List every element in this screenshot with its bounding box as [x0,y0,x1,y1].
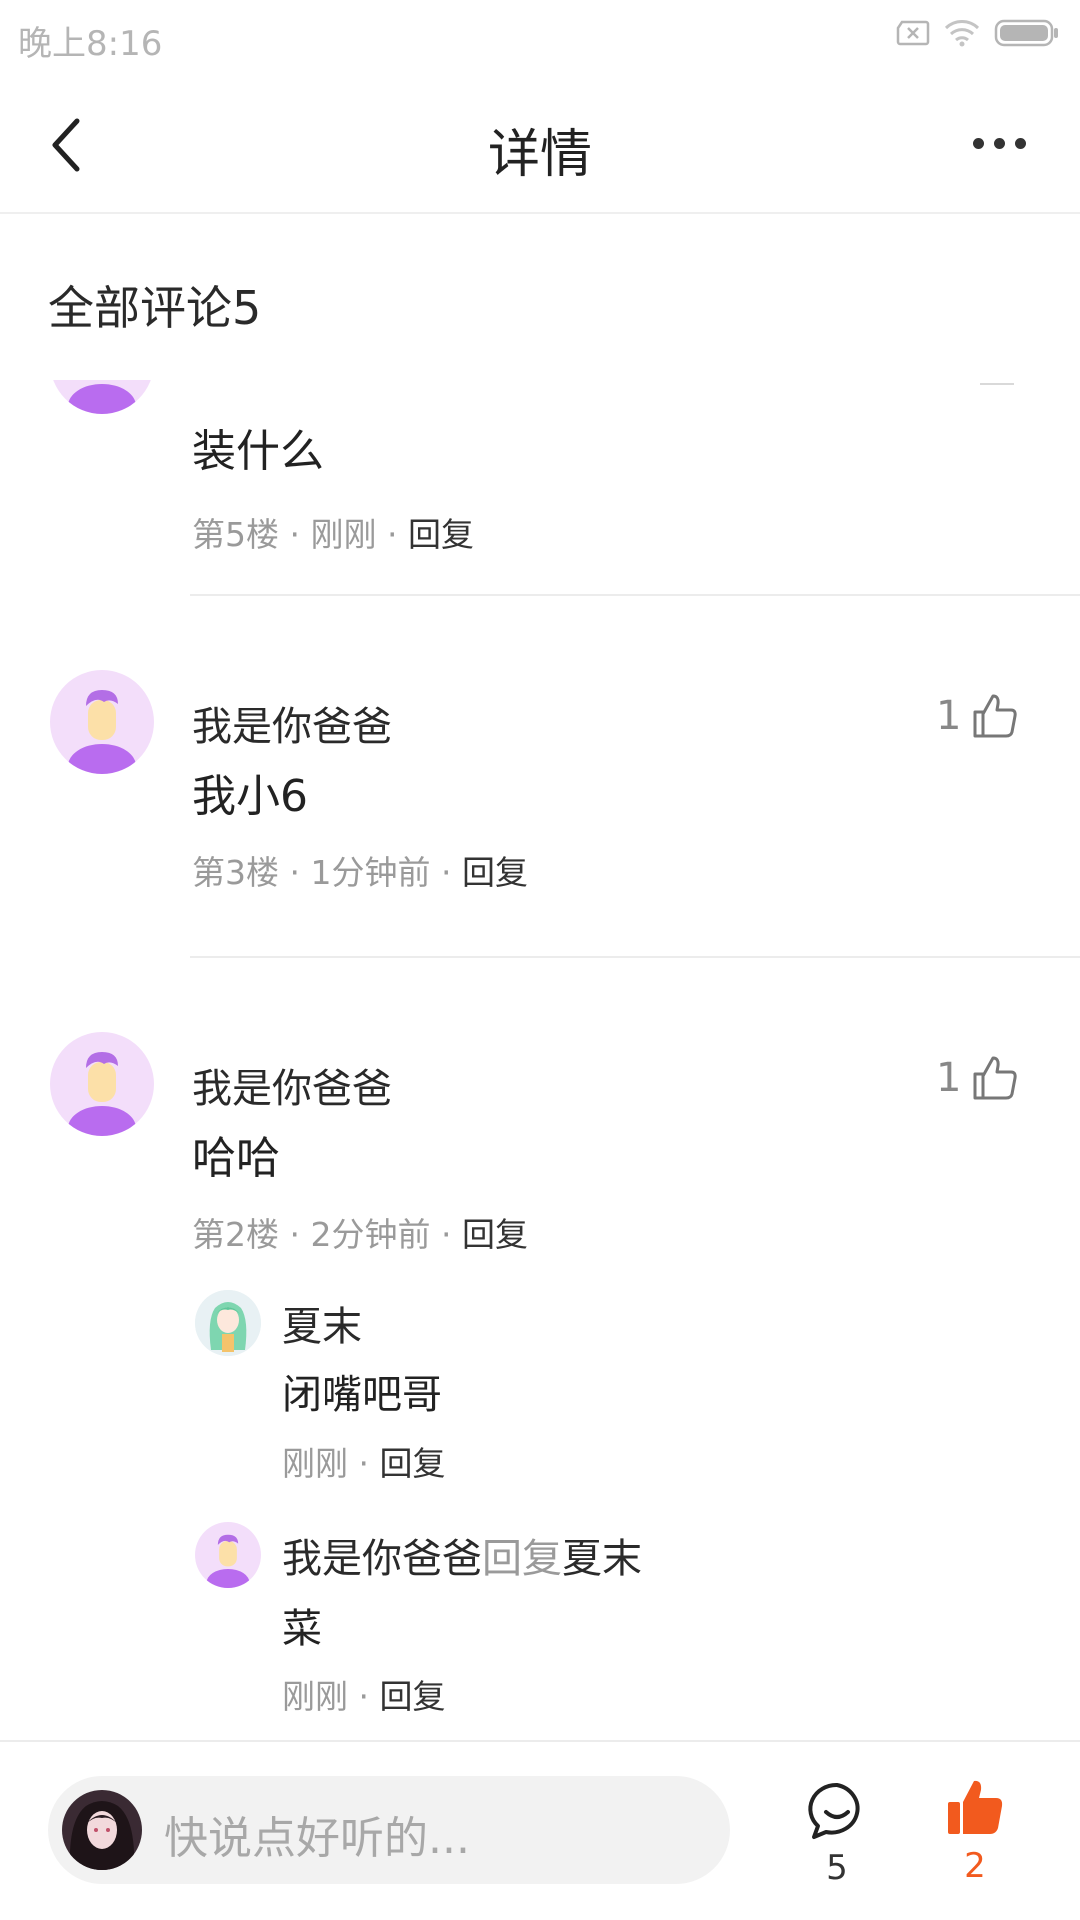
reply-button[interactable]: 回复 [462,853,528,892]
comment-count: 5 [826,1848,848,1888]
meta-separator: · [387,515,398,554]
comment-meta: 第2楼 · 2分钟前 · 回复 [192,1208,528,1256]
comment-divider [190,956,1080,958]
comment-content: 我小6 [192,771,308,822]
header-divider [0,212,1080,214]
reply-avatar[interactable] [195,1522,261,1588]
comment-collapse-mark [980,383,1014,385]
status-time: 晚上8:16 [18,24,163,64]
sim-x-icon [896,20,930,46]
comment-author[interactable]: 我是你爸爸 [192,694,392,752]
battery-icon [994,19,1058,47]
comment-count-button[interactable] [806,1780,868,1842]
anime-girl-avatar-icon [195,1290,261,1356]
reply-author-line: 我是你爸爸回复夏末 [282,1526,642,1584]
reply-meta: 刚刚 · 回复 [282,1670,446,1718]
thumbs-up-filled-icon [948,1780,1003,1834]
status-icons [896,18,1060,48]
reply-author[interactable]: 我是你爸爸 [282,1536,482,1582]
reply-button[interactable]: 回复 [408,515,474,554]
user-avatar-icon [68,384,136,414]
like-count: 1 [936,1055,962,1101]
thumbs-up-icon [973,1056,1018,1100]
meta-separator: · [358,1677,370,1716]
user-avatar-icon [206,1534,250,1588]
comment-content: 装什么 [192,426,324,477]
reply-time: 刚刚 [282,1677,348,1716]
bottom-bar-divider [0,1740,1080,1742]
reply-button[interactable]: 回复 [380,1677,446,1716]
my-avatar[interactable] [62,1790,142,1870]
comment-time: 2分钟前 [310,1215,431,1254]
more-options-button[interactable] [954,118,1044,168]
reply-avatar[interactable] [195,1290,261,1356]
meta-separator: · [358,1444,370,1483]
reply-content: 闭嘴吧哥 [282,1372,442,1418]
comment-input-placeholder[interactable]: 快说点好听的... [164,1802,470,1866]
reply-time: 刚刚 [282,1444,348,1483]
reply-to-author[interactable]: 夏末 [562,1536,642,1582]
reply-meta: 刚刚 · 回复 [282,1437,446,1485]
comment-time: 刚刚 [310,515,377,554]
thumbs-up-icon [973,694,1018,738]
comment-meta: 第5楼 · 刚刚 · 回复 [192,508,474,556]
reply-content: 菜 [282,1606,322,1652]
comment-item: 我是你爸爸 1 我小6 第3楼 · 1分钟前 · 回复 [0,670,1080,970]
comment-item: 装什么 第5楼 · 刚刚 · 回复 [0,380,1080,602]
comment-divider [190,594,1080,596]
like-count: 1 [936,693,962,739]
like-post-button[interactable] [946,1778,1004,1836]
user-avatar-icon [68,1052,136,1136]
avatar[interactable] [50,380,154,414]
reply-word: 回复 [482,1536,562,1582]
section-title: 全部评论5 [48,281,262,335]
page-title: 详情 [487,125,592,185]
reply-author[interactable]: 夏末 [282,1294,362,1352]
user-avatar-icon [68,690,136,774]
meta-separator: · [289,515,301,554]
wifi-icon [944,20,980,47]
chat-bubble-icon [808,1782,860,1839]
meta-separator: · [289,853,301,892]
more-dot-icon [993,137,1005,149]
avatar[interactable] [50,670,154,774]
comment-content: 哈哈 [192,1133,280,1184]
comment-time: 1分钟前 [310,853,431,892]
more-dot-icon [972,137,984,149]
comment-floor: 第2楼 [192,1215,279,1254]
reply-button[interactable]: 回复 [462,1215,528,1254]
comment-meta: 第3楼 · 1分钟前 · 回复 [192,846,528,894]
reply-button[interactable]: 回复 [380,1444,446,1483]
meta-separator: · [441,1215,452,1254]
more-dot-icon [1014,137,1026,149]
avatar[interactable] [50,1032,154,1136]
comment-item: 我是你爸爸 1 哈哈 第2楼 · 2分钟前 · 回复 夏末 闭嘴吧哥 刚刚 · … [0,1032,1080,1740]
like-button[interactable]: 1 [936,1054,1019,1102]
comment-list[interactable]: 装什么 第5楼 · 刚刚 · 回复 我是你爸爸 1 我小6 第3楼 · 1分钟前… [0,380,1080,1740]
meta-separator: · [289,1215,301,1254]
like-button[interactable]: 1 [936,692,1019,740]
comment-floor: 第3楼 [192,853,279,892]
comment-floor: 第5楼 [192,515,279,554]
user-photo-avatar-icon [62,1790,142,1870]
like-count: 2 [964,1846,986,1886]
comment-author[interactable]: 我是你爸爸 [192,1056,392,1114]
meta-separator: · [441,853,452,892]
